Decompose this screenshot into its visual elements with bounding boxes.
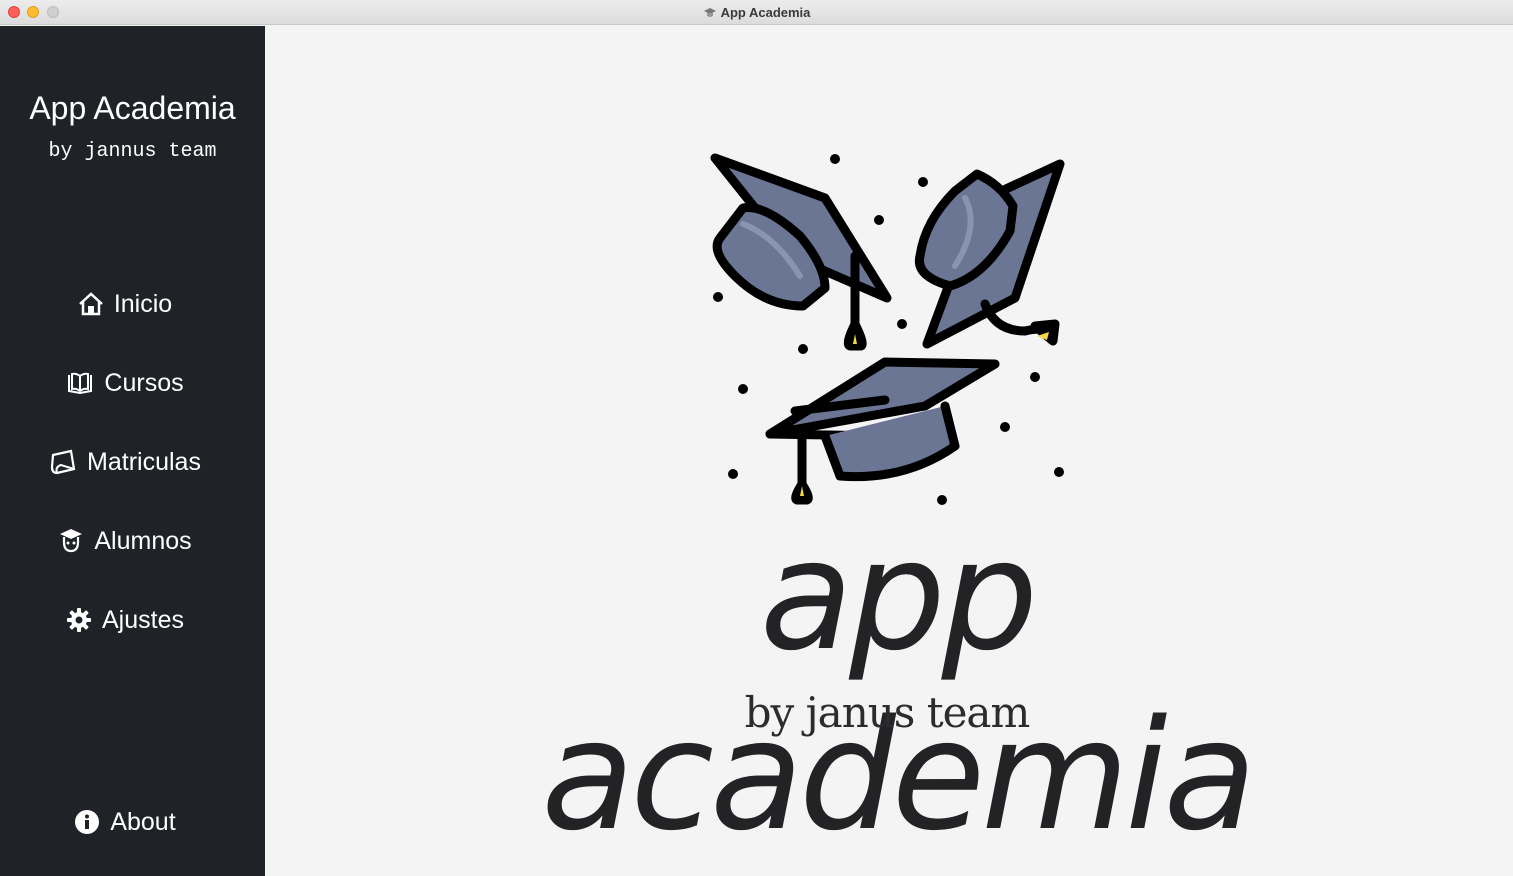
logo-byline: by janus team bbox=[744, 688, 1031, 737]
sidebar-item-label: Matriculas bbox=[87, 447, 201, 476]
sidebar-item-label: Cursos bbox=[104, 368, 184, 397]
sidebar-item-matriculas[interactable]: Matriculas bbox=[0, 440, 250, 484]
sidebar-item-about[interactable]: About bbox=[0, 800, 250, 844]
book-tilted-icon bbox=[50, 449, 76, 475]
sidebar: App Academia by jannus team Inicio Curso… bbox=[0, 26, 265, 876]
sidebar-item-label: About bbox=[110, 807, 176, 836]
window-titlebar: App Academia bbox=[0, 0, 1513, 25]
sidebar-item-cursos[interactable]: Cursos bbox=[0, 361, 250, 405]
student-icon bbox=[60, 529, 83, 553]
sidebar-item-label: Inicio bbox=[113, 289, 173, 318]
sidebar-item-alumnos[interactable]: Alumnos bbox=[0, 519, 250, 563]
brand-subtitle: by jannus team bbox=[48, 140, 217, 163]
main-content: app academia by janus team bbox=[265, 26, 1513, 876]
brand-title: App Academia bbox=[29, 90, 236, 126]
window-title: App Academia bbox=[0, 0, 1513, 25]
sidebar-item-ajustes[interactable]: Ajustes bbox=[0, 598, 250, 642]
home-icon bbox=[78, 292, 103, 316]
sidebar-item-inicio[interactable]: Inicio bbox=[0, 282, 250, 326]
logo-wordmark: app academia bbox=[541, 507, 1256, 864]
book-open-icon bbox=[68, 372, 93, 395]
sidebar-item-label: Ajustes bbox=[102, 605, 184, 634]
info-circle-icon bbox=[75, 810, 100, 834]
gear-icon bbox=[67, 608, 91, 632]
window-title-text: App Academia bbox=[720, 5, 811, 20]
sidebar-item-label: Alumnos bbox=[94, 526, 192, 555]
app-cap-icon bbox=[703, 2, 717, 27]
graduation-caps-illustration bbox=[710, 153, 1065, 505]
